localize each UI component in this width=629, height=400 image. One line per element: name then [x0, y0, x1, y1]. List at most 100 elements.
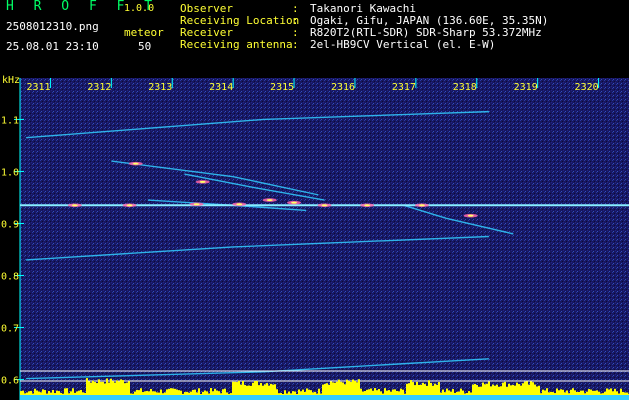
histogram-base [604, 395, 606, 400]
histogram-base [108, 395, 110, 400]
histogram-base [178, 395, 180, 400]
x-tick-label: 2312 [87, 82, 111, 93]
histogram-base [446, 395, 448, 400]
histogram-base [448, 395, 450, 400]
spectrogram: kHz 2311 2312 2313 2314 2315 2316 2317 2318 2319… [1, 75, 629, 400]
y-tick-label: 0.6 [1, 376, 19, 387]
histogram-base [228, 395, 230, 400]
histogram-base [554, 395, 556, 400]
histogram-base [428, 395, 430, 400]
histogram-base [370, 395, 372, 400]
histogram-base [622, 395, 624, 400]
histogram-base [542, 395, 544, 400]
meteor-echo-core [199, 180, 206, 183]
histogram-base [332, 395, 334, 400]
histogram-base [206, 395, 208, 400]
histogram-base [618, 395, 620, 400]
histogram-base [538, 395, 540, 400]
histogram-base [138, 395, 140, 400]
histogram-base [454, 395, 456, 400]
histogram-base [170, 395, 172, 400]
histogram-base [468, 395, 470, 400]
waterfall-area [20, 78, 629, 400]
x-tick-label: 2314 [209, 82, 233, 93]
histogram-base [22, 395, 24, 400]
histogram-base [134, 395, 136, 400]
histogram-base [340, 395, 342, 400]
histogram-base [98, 395, 100, 400]
histogram-base [322, 395, 324, 400]
histogram-base [410, 395, 412, 400]
histogram-base [472, 395, 474, 400]
histogram-base [510, 395, 512, 400]
histogram-base [182, 395, 184, 400]
histogram-base [574, 395, 576, 400]
histogram-base [284, 395, 286, 400]
histogram-base [438, 395, 440, 400]
histogram-base [520, 395, 522, 400]
histogram-base [476, 395, 478, 400]
histogram-base [568, 395, 570, 400]
histogram-base [62, 395, 64, 400]
histogram-base [366, 395, 368, 400]
histogram-base [424, 395, 426, 400]
histogram-base [396, 395, 398, 400]
histogram-base [308, 395, 310, 400]
histogram-base [614, 395, 616, 400]
histogram-base [626, 395, 628, 400]
histogram-base [376, 395, 378, 400]
histogram-base [310, 395, 312, 400]
histogram-base [350, 395, 352, 400]
meteor-echo-core [132, 162, 139, 165]
x-tick-label: 2311 [26, 82, 50, 93]
histogram-base [470, 395, 472, 400]
histogram-base [74, 395, 76, 400]
histogram-base [552, 395, 554, 400]
histogram-base [50, 395, 52, 400]
x-tick-label: 2320 [575, 82, 599, 93]
histogram-base [48, 395, 50, 400]
histogram-base [66, 395, 68, 400]
histogram-base [248, 395, 250, 400]
histogram-base [440, 395, 442, 400]
histogram-base [544, 395, 546, 400]
histogram-base [512, 395, 514, 400]
histogram-base [546, 395, 548, 400]
histogram-base [450, 395, 452, 400]
histogram-base [64, 395, 66, 400]
histogram-base [302, 395, 304, 400]
histogram-base [400, 395, 402, 400]
histogram-base [342, 395, 344, 400]
histogram-base [46, 395, 48, 400]
meteor-echo-core [467, 214, 474, 217]
histogram-base [390, 395, 392, 400]
x-tick-label: 2315 [270, 82, 294, 93]
histogram-base [208, 395, 210, 400]
y-tick-label: 0.8 [1, 272, 19, 283]
histogram-base [86, 395, 88, 400]
histogram-base [72, 395, 74, 400]
histogram-base [612, 395, 614, 400]
histogram-base [462, 395, 464, 400]
histogram-base [578, 395, 580, 400]
y-tick-label: 0.9 [1, 219, 19, 230]
histogram-base [580, 395, 582, 400]
histogram-base [88, 395, 90, 400]
histogram-base [300, 395, 302, 400]
y-tick-label: 1.1 [1, 115, 19, 126]
histogram-base [610, 395, 612, 400]
histogram-base [186, 395, 188, 400]
histogram-base [30, 395, 32, 400]
histogram-base [422, 395, 424, 400]
histogram-base [24, 395, 26, 400]
histogram-base [68, 395, 70, 400]
histogram-base [106, 395, 108, 400]
histogram-base [436, 395, 438, 400]
histogram-base [484, 395, 486, 400]
histogram-base [102, 395, 104, 400]
histogram-base [142, 395, 144, 400]
histogram-base [58, 395, 60, 400]
x-tick-label: 2313 [148, 82, 172, 93]
histogram-base [80, 395, 82, 400]
histogram-base [234, 395, 236, 400]
